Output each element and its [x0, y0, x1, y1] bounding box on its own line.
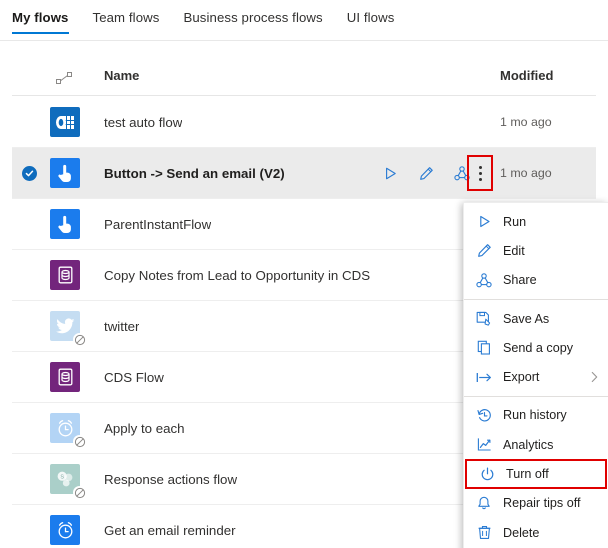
trash-icon [474, 524, 494, 542]
flow-name[interactable]: test auto flow [104, 115, 182, 130]
flow-modified-date: 1 mo ago [500, 166, 552, 180]
alarm-clock-icon [50, 515, 80, 545]
edit-pencil-icon[interactable] [416, 163, 436, 183]
flow-name[interactable]: Response actions flow [104, 472, 237, 487]
send-copy-icon [474, 339, 494, 357]
power-automate-flows-page: My flows Team flows Business process flows… [0, 0, 608, 548]
menu-item-label: Send a copy [503, 340, 574, 355]
menu-item-run[interactable]: Run [464, 207, 608, 236]
svg-text:S: S [60, 474, 64, 480]
menu-divider [464, 298, 608, 300]
more-commands-button[interactable] [467, 155, 493, 191]
menu-divider [464, 395, 608, 397]
save-as-icon [474, 310, 494, 328]
flow-name[interactable]: ParentInstantFlow [104, 217, 211, 232]
analytics-icon [474, 436, 494, 454]
flow-name[interactable]: twitter [104, 319, 139, 334]
menu-item-label: Run history [503, 408, 567, 423]
menu-item-label: Turn off [506, 467, 549, 482]
table-header: Name Modified [12, 60, 596, 96]
chevron-right-icon [591, 372, 598, 383]
menu-item-delete[interactable]: Delete [464, 518, 608, 547]
menu-item-label: Edit [503, 243, 525, 258]
run-icon [474, 213, 494, 231]
menu-item-label: Repair tips off [503, 496, 581, 511]
menu-item-analytics[interactable]: Analytics [464, 430, 608, 459]
menu-item-save-as[interactable]: Save As [464, 304, 608, 333]
table-row[interactable]: test auto flow 1 mo ago [12, 97, 596, 148]
bell-icon [474, 494, 494, 512]
flow-name[interactable]: Copy Notes from Lead to Opportunity in C… [104, 268, 370, 283]
tab-my-flows[interactable]: My flows [12, 0, 69, 34]
database-icon [50, 362, 80, 392]
flow-name[interactable]: Get an email reminder [104, 523, 236, 538]
run-icon[interactable] [380, 163, 400, 183]
flow-disabled-icon [73, 486, 86, 499]
menu-item-label: Run [503, 214, 527, 229]
menu-item-label: Share [503, 273, 537, 288]
menu-item-run-history[interactable]: Run history [464, 401, 608, 430]
tab-ui-flows[interactable]: UI flows [347, 0, 395, 34]
column-header-name[interactable]: Name [104, 68, 139, 83]
touch-button-icon [50, 158, 80, 188]
flow-modified-date: 1 mo ago [500, 115, 552, 129]
flow-name[interactable]: Apply to each [104, 421, 185, 436]
vertical-ellipsis-icon [478, 165, 482, 181]
tab-strip: My flows Team flows Business process flows… [0, 0, 608, 41]
flow-context-menu: Run Edit Share Save As Send a copy Export Run … [463, 202, 608, 548]
menu-item-repair-tips-off[interactable]: Repair tips off [464, 489, 608, 518]
menu-item-export[interactable]: Export [464, 362, 608, 391]
tab-business-process-flows[interactable]: Business process flows [183, 0, 322, 34]
database-icon [50, 260, 80, 290]
menu-item-label: Analytics [503, 437, 554, 452]
power-icon [477, 465, 497, 483]
flow-connector-icon [50, 66, 78, 90]
twitter-bird-icon [50, 311, 86, 346]
checkmark-icon [21, 165, 37, 181]
export-icon [474, 368, 494, 386]
flow-name[interactable]: Button -> Send an email (V2) [104, 166, 285, 181]
share-icon [474, 271, 494, 289]
sharepoint-icon: S [50, 464, 86, 499]
edit-pencil-icon [474, 242, 494, 260]
menu-item-label: Export [503, 370, 540, 385]
menu-item-label: Delete [503, 525, 540, 540]
flow-name[interactable]: CDS Flow [104, 370, 164, 385]
flow-disabled-icon [73, 333, 86, 346]
row-selection-checkbox[interactable] [16, 165, 42, 181]
menu-item-label: Save As [503, 311, 550, 326]
touch-button-icon [50, 209, 80, 239]
menu-item-edit[interactable]: Edit [464, 236, 608, 265]
menu-item-share[interactable]: Share [464, 266, 608, 295]
column-header-modified[interactable]: Modified [500, 68, 553, 83]
history-icon [474, 406, 494, 424]
row-action-buttons [380, 163, 472, 183]
outlook-icon [50, 107, 80, 137]
menu-item-turn-off[interactable]: Turn off [465, 459, 607, 489]
tab-team-flows[interactable]: Team flows [93, 0, 160, 34]
menu-item-send-a-copy[interactable]: Send a copy [464, 333, 608, 362]
table-row[interactable]: Button -> Send an email (V2) 1 mo ago [12, 148, 596, 199]
flow-disabled-icon [73, 435, 86, 448]
alarm-clock-icon [50, 413, 86, 448]
